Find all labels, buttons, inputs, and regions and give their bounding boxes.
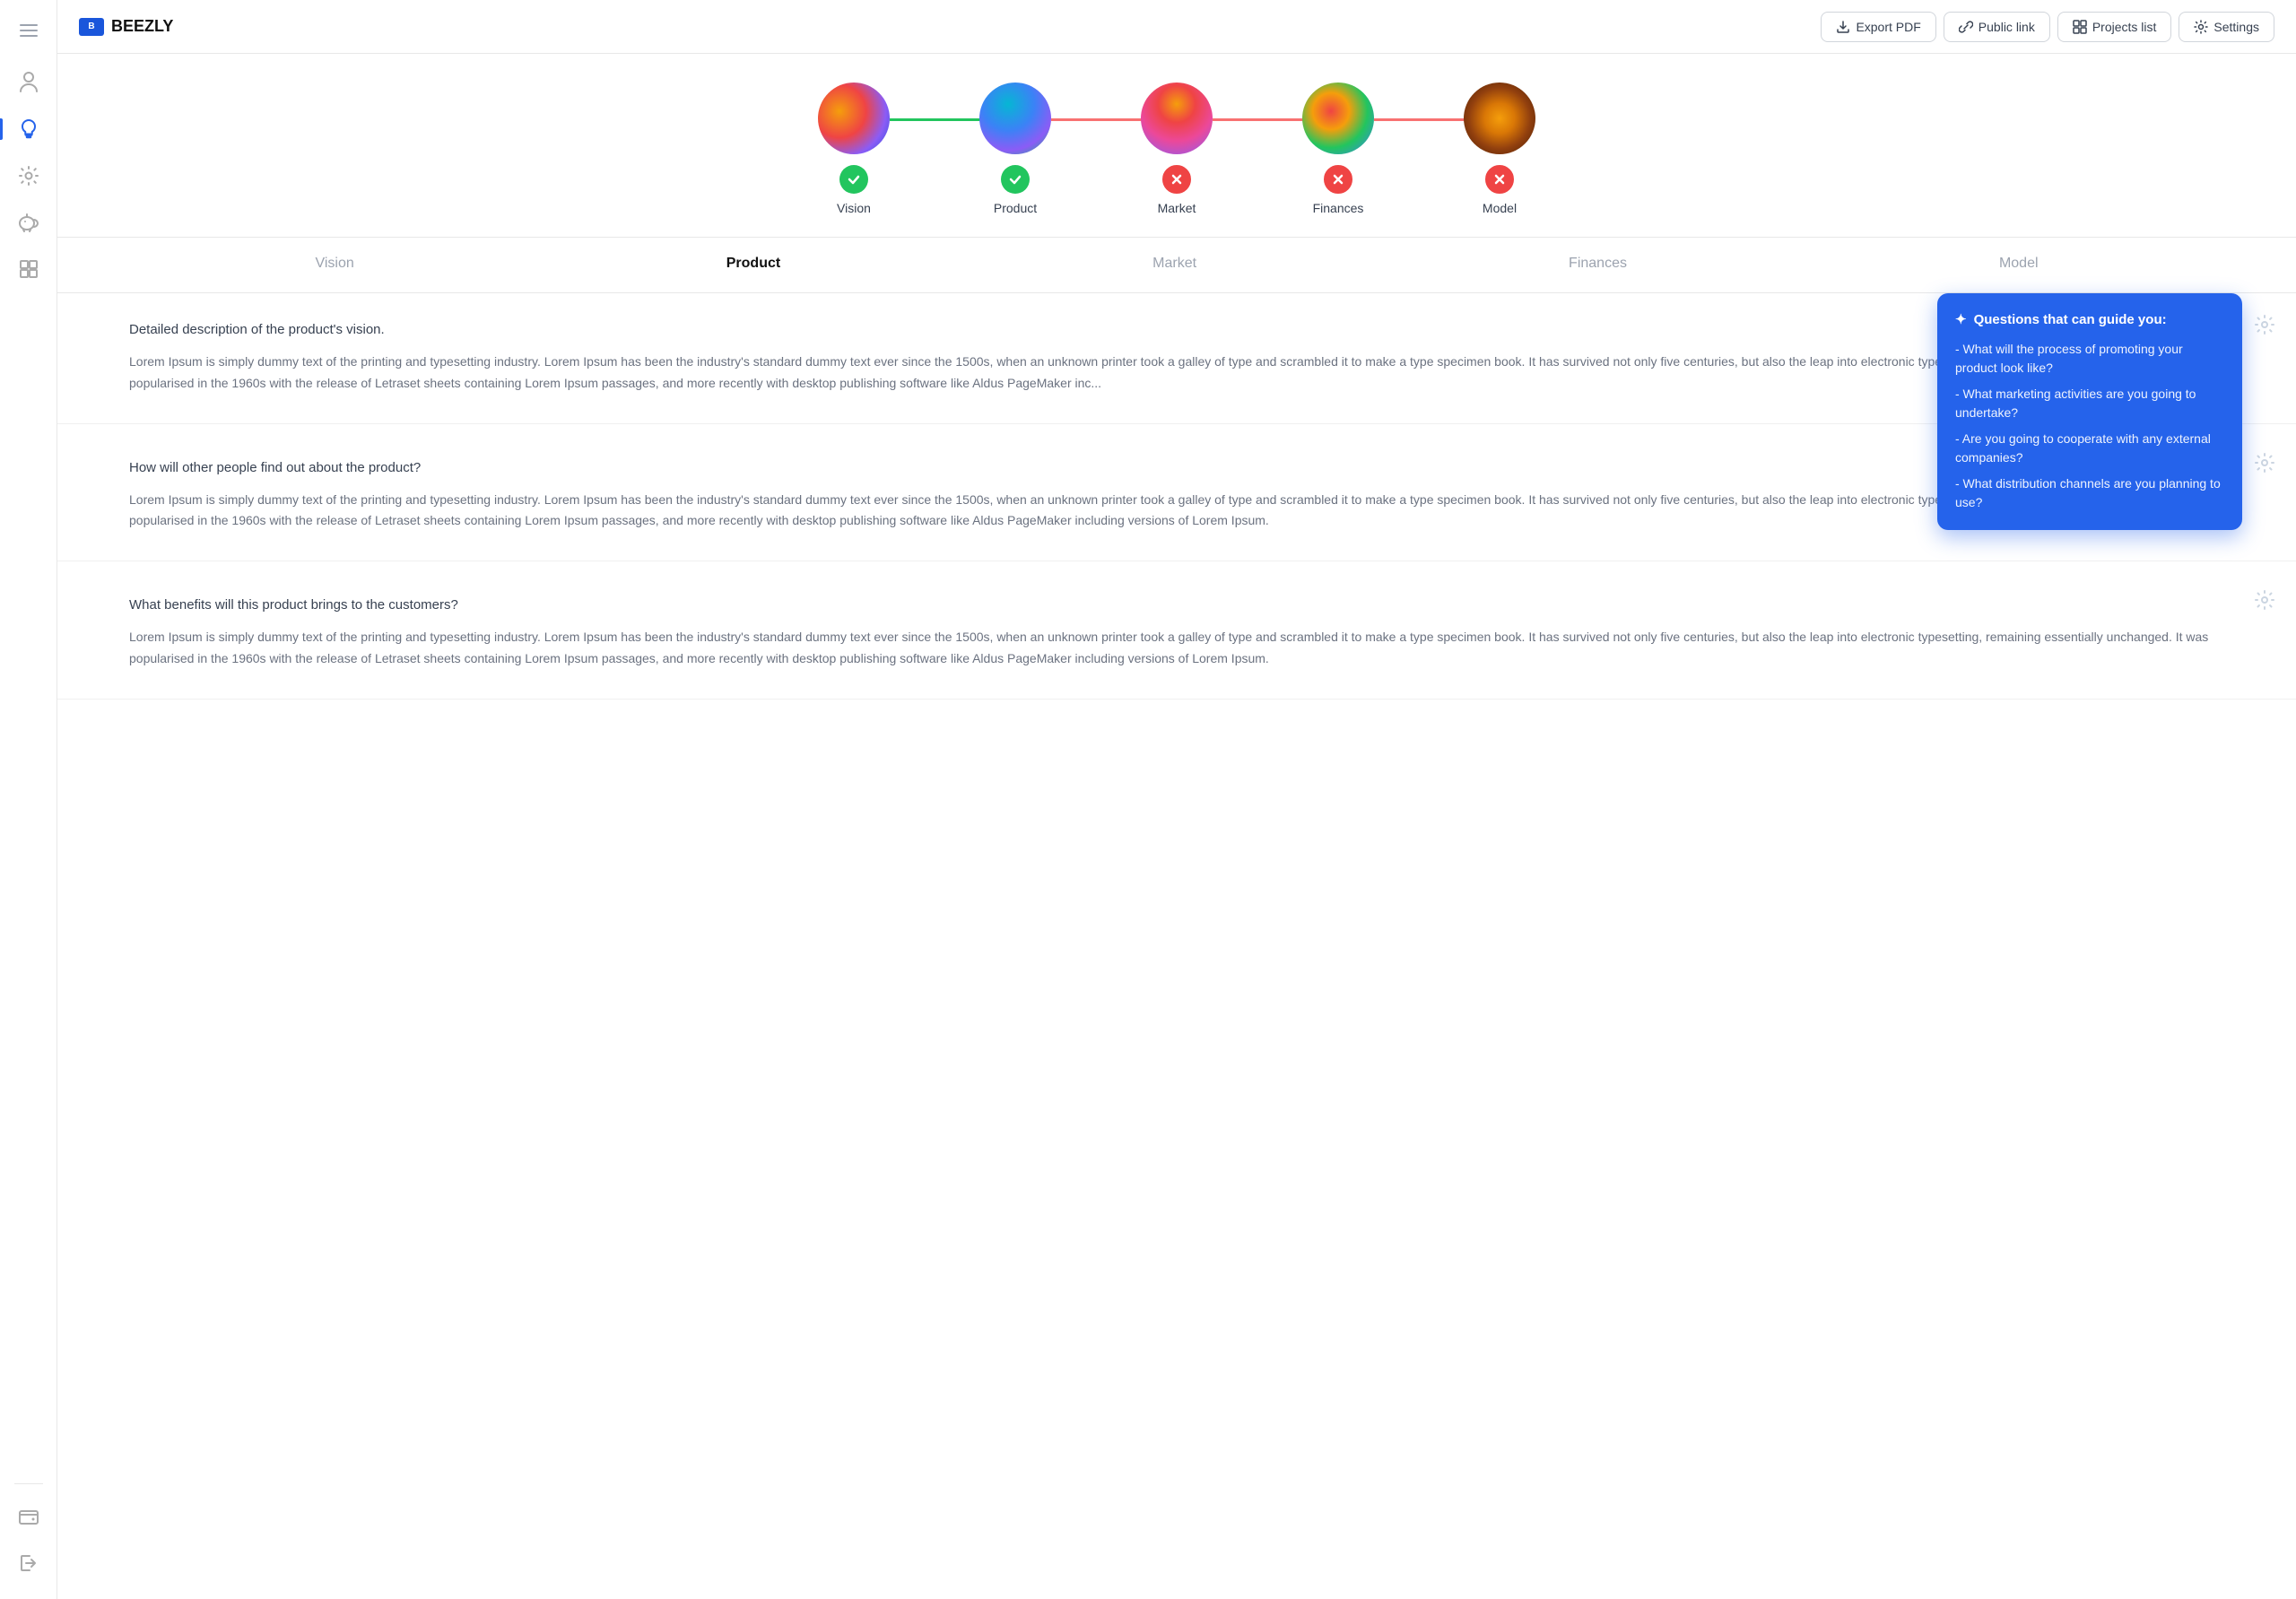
- export-pdf-label: Export PDF: [1856, 20, 1920, 34]
- sidebar-divider: [14, 1483, 43, 1484]
- guide-popup-title: ✦ Questions that can guide you:: [1955, 311, 2224, 327]
- step-avatar-vision: [818, 83, 890, 154]
- step-status-model: [1485, 165, 1514, 194]
- guide-question-3: - Are you going to cooperate with any ex…: [1955, 430, 2224, 467]
- tab-model[interactable]: Model: [1970, 238, 2067, 292]
- sidebar-item-piggy[interactable]: [7, 201, 50, 244]
- projects-list-button[interactable]: Projects list: [2057, 12, 2172, 42]
- guide-question-2: - What marketing activities are you goin…: [1955, 385, 2224, 422]
- step-product[interactable]: Product: [935, 83, 1096, 215]
- settings-button[interactable]: Settings: [2179, 12, 2274, 42]
- menu-icon[interactable]: [13, 14, 45, 47]
- section-1-question: Detailed description of the product's vi…: [129, 322, 2224, 337]
- step-market[interactable]: Market: [1096, 83, 1257, 215]
- step-label-finances: Finances: [1313, 201, 1364, 215]
- step-status-vision: [839, 165, 868, 194]
- guide-popup-questions: - What will the process of promoting you…: [1955, 340, 2224, 512]
- header-actions: Export PDF Public link Projects list: [1821, 12, 2274, 42]
- progress-steps: Vision Product: [773, 83, 1580, 215]
- export-icon: [1836, 20, 1850, 34]
- section-1-text: Lorem Ipsum is simply dummy text of the …: [129, 352, 2224, 395]
- guide-question-1: - What will the process of promoting you…: [1955, 340, 2224, 378]
- sidebar-item-cog[interactable]: [7, 154, 50, 197]
- projects-list-label: Projects list: [2092, 20, 2157, 34]
- step-avatar-product: [979, 83, 1051, 154]
- tab-market[interactable]: Market: [1124, 238, 1225, 292]
- link-icon: [1959, 20, 1973, 34]
- public-link-label: Public link: [1979, 20, 2035, 34]
- settings-label: Settings: [2213, 20, 2259, 34]
- step-model[interactable]: Model: [1419, 83, 1580, 215]
- step-label-model: Model: [1483, 201, 1517, 215]
- guide-question-4: - What distribution channels are you pla…: [1955, 474, 2224, 512]
- section-1: Detailed description of the product's vi…: [57, 293, 2296, 424]
- sidebar-bottom: [7, 1476, 50, 1585]
- sidebar-item-wallet[interactable]: [7, 1495, 50, 1538]
- progress-section: Vision Product: [57, 54, 2296, 238]
- step-status-market: [1162, 165, 1191, 194]
- guide-icon: ✦: [1955, 311, 1967, 327]
- content-area: Vision Product: [57, 54, 2296, 1599]
- step-avatar-model: [1464, 83, 1535, 154]
- section-3: What benefits will this product brings t…: [57, 569, 2296, 700]
- step-avatar-market: [1141, 83, 1213, 154]
- section-1-gear-icon[interactable]: [2255, 315, 2274, 335]
- sidebar-item-bulb[interactable]: [7, 108, 50, 151]
- export-pdf-button[interactable]: Export PDF: [1821, 12, 1935, 42]
- tab-finances[interactable]: Finances: [1540, 238, 1656, 292]
- settings-icon: [2194, 20, 2208, 34]
- step-finances[interactable]: Finances: [1257, 83, 1419, 215]
- step-status-product: [1001, 165, 1030, 194]
- step-label-vision: Vision: [837, 201, 871, 215]
- tab-product[interactable]: Product: [698, 238, 809, 292]
- step-label-product: Product: [994, 201, 1037, 215]
- guide-popup: ✦ Questions that can guide you: - What w…: [1937, 293, 2242, 530]
- step-avatar-finances: [1302, 83, 1374, 154]
- main-content: B BEEZLY Export PDF Public link: [57, 0, 2296, 1599]
- header: B BEEZLY Export PDF Public link: [57, 0, 2296, 54]
- sidebar-item-figure[interactable]: [7, 61, 50, 104]
- section-2-text: Lorem Ipsum is simply dummy text of the …: [129, 490, 2224, 533]
- logo: B BEEZLY: [79, 17, 173, 36]
- step-vision[interactable]: Vision: [773, 83, 935, 215]
- public-link-button[interactable]: Public link: [1944, 12, 2050, 42]
- section-2-question: How will other people find out about the…: [129, 460, 2224, 475]
- step-label-market: Market: [1158, 201, 1196, 215]
- tabs: Vision Product Market Finances Model: [129, 238, 2224, 292]
- sidebar: [0, 0, 57, 1599]
- logo-icon: B: [79, 18, 104, 36]
- sidebar-item-logout[interactable]: [7, 1542, 50, 1585]
- section-2-gear-icon[interactable]: [2255, 453, 2274, 473]
- tab-vision[interactable]: Vision: [286, 238, 382, 292]
- section-3-text: Lorem Ipsum is simply dummy text of the …: [129, 627, 2224, 670]
- app-name: BEEZLY: [111, 17, 173, 36]
- section-3-gear-icon[interactable]: [2255, 590, 2274, 610]
- sidebar-item-puzzle[interactable]: [7, 248, 50, 291]
- tabs-section: Vision Product Market Finances Model: [57, 238, 2296, 293]
- step-status-finances: [1324, 165, 1352, 194]
- grid-icon: [2073, 20, 2087, 34]
- sidebar-nav: [0, 61, 57, 291]
- section-3-question: What benefits will this product brings t…: [129, 597, 2224, 613]
